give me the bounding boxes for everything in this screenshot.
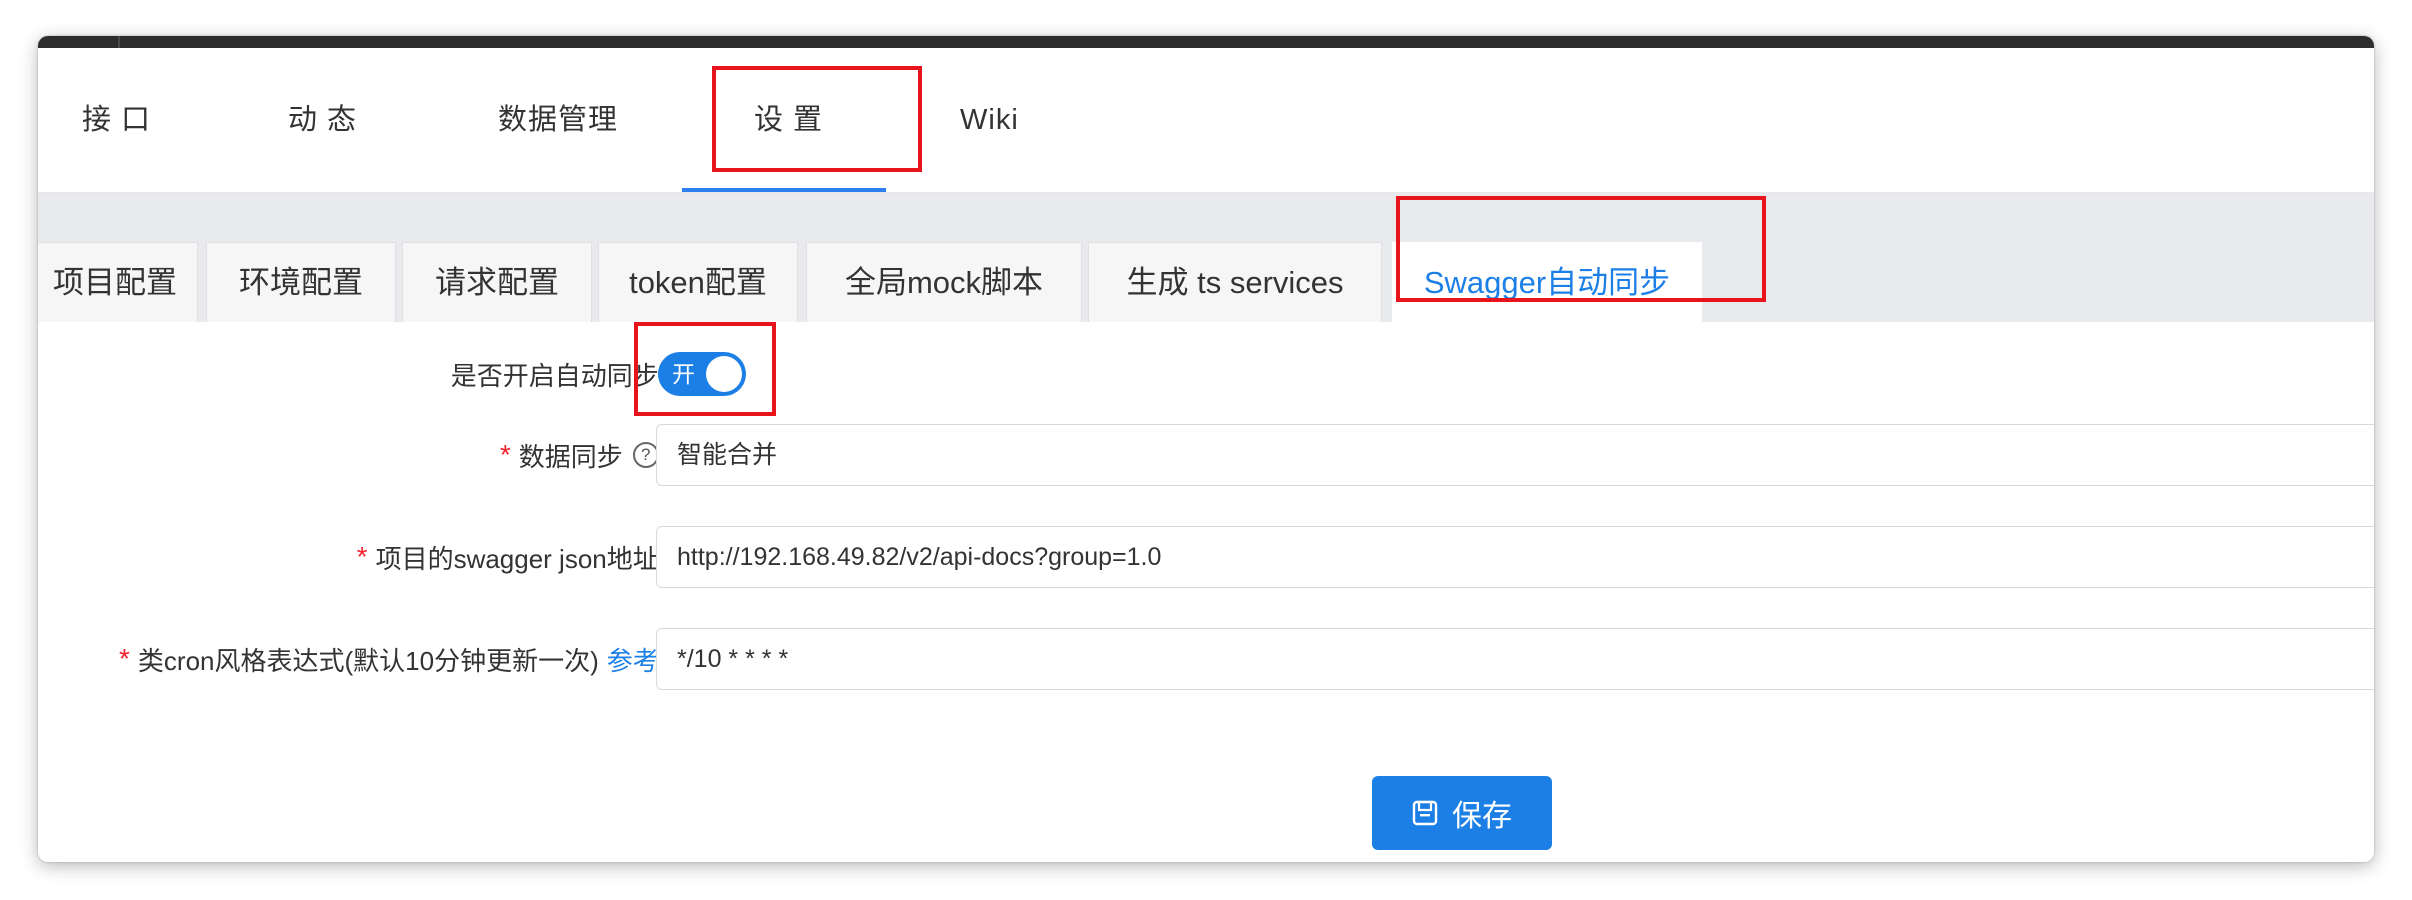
cron-reference-link[interactable]: 参考: [607, 641, 659, 678]
auto-sync-label: 是否开启自动同步: [450, 360, 659, 391]
question-circle-icon[interactable]: ?: [632, 442, 659, 468]
toggle-text: 开: [672, 361, 695, 387]
auto-sync-toggle[interactable]: 开: [658, 352, 746, 396]
swagger-url-label: 项目的swagger json地址: [375, 543, 659, 574]
tab-environment-config[interactable]: 环境配置: [206, 242, 396, 322]
save-label: 保存: [1452, 800, 1512, 833]
required-mark: *: [119, 643, 130, 674]
tab-project-config[interactable]: 项目配置: [38, 242, 198, 322]
save-button[interactable]: 保存: [1372, 776, 1552, 850]
required-mark: *: [356, 541, 368, 572]
tab-global-mock-script[interactable]: 全局mock脚本: [806, 242, 1082, 322]
cron-label-row: * 类cron风格表达式(默认10分钟更新一次) 参考 :: [119, 628, 674, 690]
nav-item-settings[interactable]: 设 置: [754, 48, 823, 192]
swagger-url-label-row: * 项目的swagger json地址 :: [357, 526, 674, 588]
required-mark: *: [499, 439, 511, 470]
nav-item-interface[interactable]: 接 口: [82, 48, 151, 192]
data-sync-select[interactable]: 智能合并: [656, 424, 2374, 486]
floppy-disk-icon: [1412, 800, 1438, 826]
data-sync-label: 数据同步: [518, 441, 623, 472]
toggle-knob: [706, 356, 742, 392]
nav-item-wiki[interactable]: Wiki: [960, 48, 1019, 192]
data-sync-label-row: * 数据同步 ? :: [500, 424, 674, 486]
app-window: 接 口 动 态 数据管理 设 置 Wiki 项目配置 环境配置 请求配置 tok…: [38, 36, 2374, 862]
settings-tab-bar: 项目配置 环境配置 请求配置 token配置 全局mock脚本 生成 ts se…: [38, 194, 2374, 322]
tab-swagger-auto-sync[interactable]: Swagger自动同步: [1392, 242, 1702, 322]
top-nav: 接 口 动 态 数据管理 设 置 Wiki: [38, 48, 2374, 194]
tab-generate-ts-services[interactable]: 生成 ts services: [1088, 242, 1382, 322]
swagger-sync-form: 是否开启自动同步: 开 * 数据同步 ? : 智能合并 * 项目的swagger…: [38, 322, 2374, 862]
swagger-url-input[interactable]: http://192.168.49.82/v2/api-docs?group=1…: [656, 526, 2374, 588]
nav-item-data-management[interactable]: 数据管理: [498, 48, 618, 192]
tab-token-config[interactable]: token配置: [598, 242, 798, 322]
auto-sync-label-row: 是否开启自动同步:: [451, 352, 674, 396]
tab-request-config[interactable]: 请求配置: [402, 242, 592, 322]
cron-expression-input[interactable]: */10 * * * *: [656, 628, 2374, 690]
nav-item-activity[interactable]: 动 态: [288, 48, 357, 192]
window-top-strip: [38, 36, 2374, 48]
cron-label: 类cron风格表达式(默认10分钟更新一次): [137, 645, 599, 676]
